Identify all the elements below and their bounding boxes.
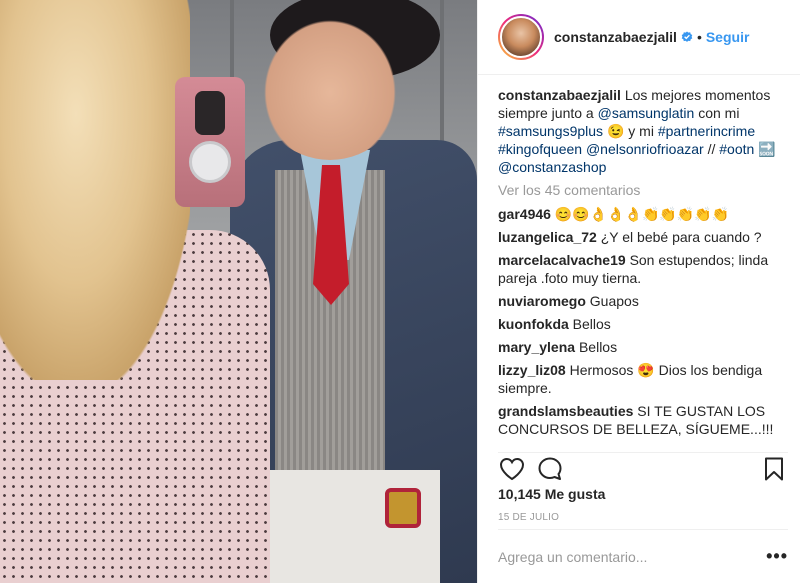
comment-item: marcelacalvache19 Son estupendos; linda … bbox=[498, 251, 788, 287]
avatar-ring[interactable] bbox=[498, 14, 544, 60]
mention-link[interactable]: @nelsonriofrioazar bbox=[586, 141, 704, 157]
view-all-comments-link[interactable]: Ver los 45 comentarios bbox=[498, 181, 788, 199]
comment-username[interactable]: gar4946 bbox=[498, 206, 551, 222]
caption-text: // bbox=[707, 141, 716, 157]
avatar[interactable] bbox=[500, 16, 542, 58]
comment-icon[interactable] bbox=[536, 455, 564, 483]
comment-username[interactable]: luzangelica_72 bbox=[498, 229, 597, 245]
comment-item: luzangelica_72 ¿Y el bebé para cuando ? bbox=[498, 228, 788, 246]
phone bbox=[175, 77, 245, 207]
post-photo[interactable] bbox=[0, 0, 477, 583]
bookmark-icon[interactable] bbox=[760, 455, 788, 483]
comment-item: lizzy_liz08 Hermosos 😍 Dios los bendiga … bbox=[498, 361, 788, 397]
hashtag-link[interactable]: #kingofqueen bbox=[498, 141, 582, 157]
action-bar bbox=[498, 452, 788, 482]
instagram-post: constanzabaezjalil • Seguir constanzabae… bbox=[0, 0, 800, 583]
header-username[interactable]: constanzabaezjalil bbox=[554, 29, 677, 45]
comment-item: gar4946 😊😊👌👌👌👏👏👏👏👏 bbox=[498, 205, 788, 223]
caption: constanzabaezjalil Los mejores momentos … bbox=[498, 86, 788, 176]
comments-list: constanzabaezjalil Los mejores momentos … bbox=[498, 86, 788, 443]
comment-text: Bellos bbox=[578, 339, 618, 355]
comment-input[interactable]: Agrega un comentario... bbox=[498, 549, 647, 565]
caption-text: y mi bbox=[628, 123, 654, 139]
header-separator: • bbox=[696, 29, 702, 45]
phone-camera bbox=[195, 91, 225, 135]
comment-item: mary_ylena Bellos bbox=[498, 338, 788, 356]
more-options-icon[interactable]: ••• bbox=[766, 546, 788, 567]
man-face bbox=[255, 10, 405, 160]
woman-hair bbox=[0, 0, 190, 380]
hashtag-link[interactable]: #ootn bbox=[719, 141, 754, 157]
hashtag-link[interactable]: #samsungs9plus bbox=[498, 123, 603, 139]
wrist-watch bbox=[385, 488, 421, 528]
phone-grip bbox=[189, 141, 231, 183]
follow-button[interactable]: Seguir bbox=[706, 29, 750, 45]
comment-item: kuonfokda Bellos bbox=[498, 315, 788, 333]
comment-text: Bellos bbox=[572, 316, 611, 332]
verified-badge-icon bbox=[681, 31, 693, 42]
comment-text: ¿Y el bebé para cuando ? bbox=[600, 229, 762, 245]
post-header: constanzabaezjalil • Seguir bbox=[478, 0, 800, 75]
mention-link[interactable]: @samsunglatin bbox=[598, 105, 695, 121]
post-date[interactable]: 15 DE JULIO bbox=[498, 512, 559, 523]
wink-emoji: 😉 bbox=[606, 123, 625, 139]
heart-icon[interactable] bbox=[498, 455, 526, 483]
likes-count[interactable]: 10,145 Me gusta bbox=[498, 486, 605, 502]
mention-link[interactable]: @constanzashop bbox=[498, 159, 606, 175]
comment-username[interactable]: lizzy_liz08 bbox=[498, 362, 566, 378]
soon-arrow-icon: 🔜 bbox=[758, 141, 776, 157]
comment-item: grandslamsbeauties SI TE GUSTAN LOS CONC… bbox=[498, 402, 788, 438]
post-panel: constanzabaezjalil • Seguir constanzabae… bbox=[477, 0, 800, 583]
caption-username[interactable]: constanzabaezjalil bbox=[498, 87, 621, 103]
comment-item: nuviaromego Guapos bbox=[498, 292, 788, 310]
comment-text: 😊😊👌👌👌👏👏👏👏👏 bbox=[554, 206, 730, 222]
comment-username[interactable]: mary_ylena bbox=[498, 339, 575, 355]
comment-username[interactable]: nuviaromego bbox=[498, 293, 586, 309]
caption-text: con mi bbox=[698, 105, 740, 121]
comment-text: Guapos bbox=[589, 293, 639, 309]
add-comment-area: Agrega un comentario... ••• bbox=[498, 529, 788, 583]
comment-username[interactable]: grandslamsbeauties bbox=[498, 403, 633, 419]
hashtag-link[interactable]: #partnerincrime bbox=[658, 123, 755, 139]
comment-username[interactable]: marcelacalvache19 bbox=[498, 252, 626, 268]
comment-username[interactable]: kuonfokda bbox=[498, 316, 569, 332]
